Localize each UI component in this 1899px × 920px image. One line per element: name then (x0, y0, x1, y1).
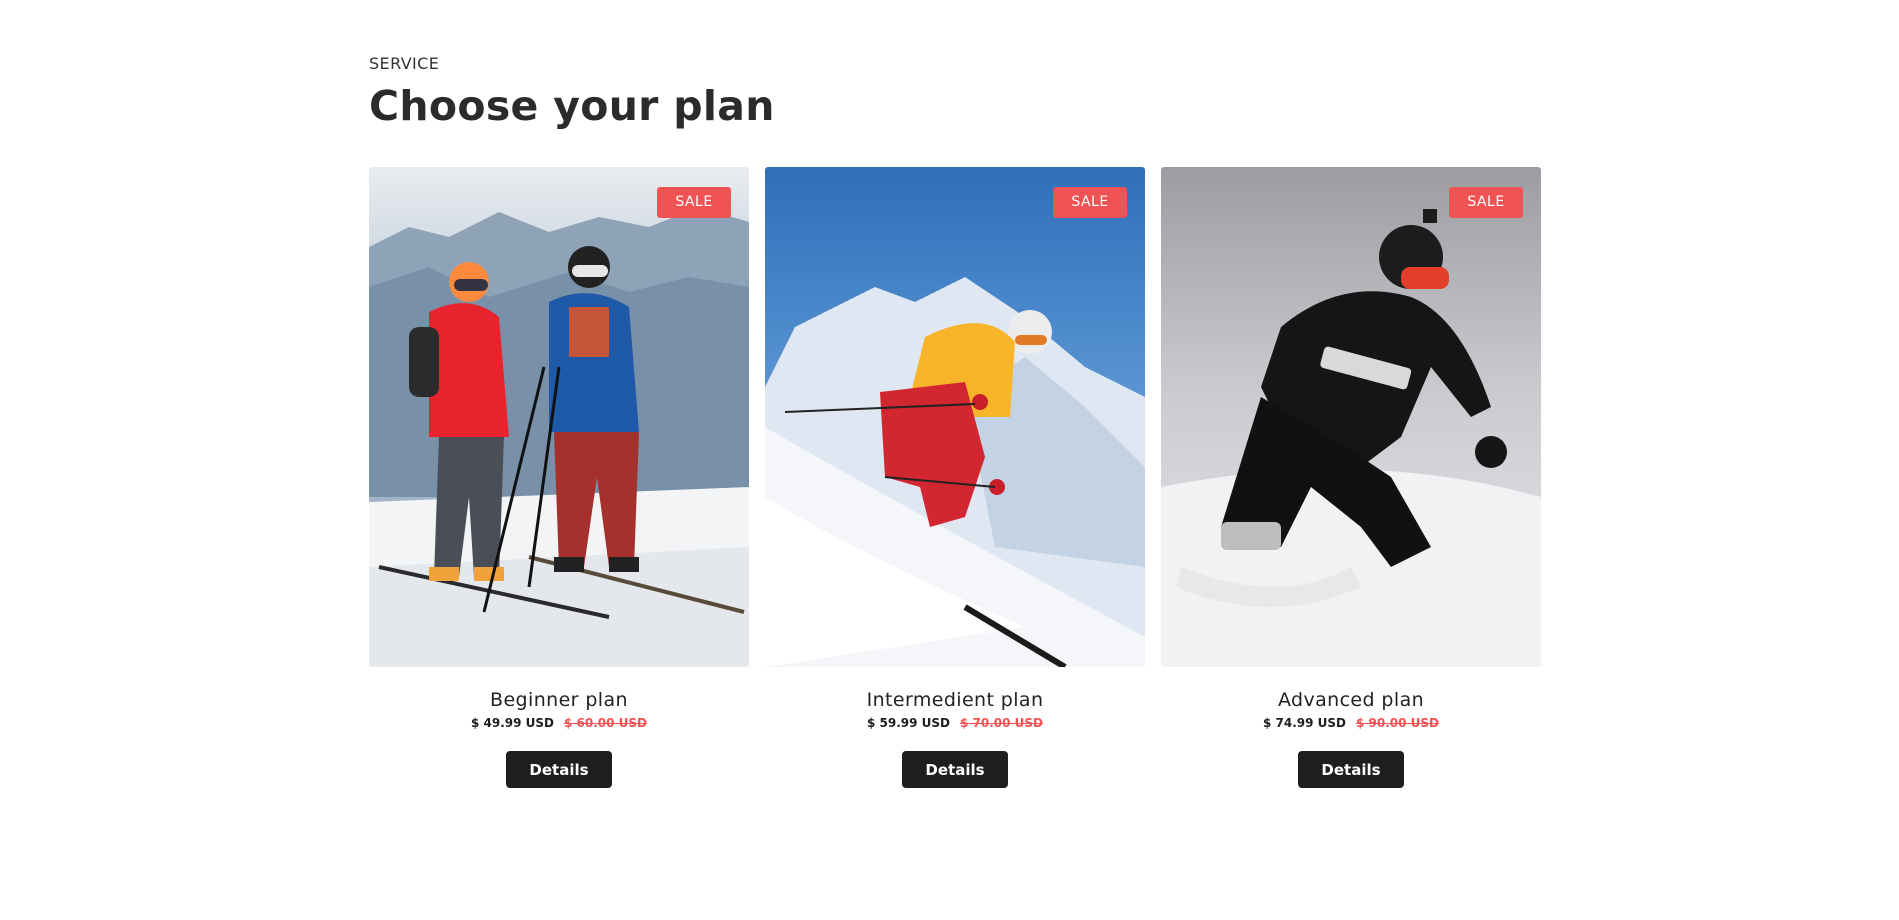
plan-name: Beginner plan (490, 689, 628, 711)
pricing-section: SERVICE Choose your plan SALE Beginner p… (369, 54, 1541, 788)
plan-card-beginner: SALE Beginner plan $ 49.99 USD $ 60.00 U… (369, 167, 749, 788)
details-button[interactable]: Details (902, 751, 1008, 788)
plan-prices: $ 74.99 USD $ 90.00 USD (1263, 715, 1439, 731)
snowboarder-photo (1161, 167, 1541, 667)
skier-downhill-photo (765, 167, 1145, 667)
current-price: $ 74.99 USD (1262, 716, 1346, 730)
details-button[interactable]: Details (506, 751, 612, 788)
plan-image-beginner[interactable]: SALE (369, 167, 749, 667)
plan-image-advanced[interactable]: SALE (1161, 167, 1541, 667)
current-price: $ 59.99 USD (866, 716, 950, 730)
original-price: $ 70.00 USD (960, 716, 1044, 730)
plan-prices: $ 59.99 USD $ 70.00 USD (867, 715, 1043, 731)
two-skiers-photo (369, 167, 749, 667)
plan-card-advanced: SALE Advanced plan $ 74.99 USD $ 90.00 U… (1161, 167, 1541, 788)
page: SERVICE Choose your plan SALE Beginner p… (0, 0, 1899, 920)
sale-badge: SALE (657, 187, 731, 218)
plan-name: Advanced plan (1277, 689, 1425, 711)
plan-card-intermediate: SALE Intermedient plan $ 59.99 USD $ 70.… (765, 167, 1145, 788)
section-title: Choose your plan (369, 82, 775, 130)
original-price: $ 90.00 USD (1356, 716, 1440, 730)
sale-badge: SALE (1449, 187, 1523, 218)
original-price: $ 60.00 USD (564, 716, 648, 730)
current-price: $ 49.99 USD (470, 716, 554, 730)
section-eyebrow: SERVICE (369, 54, 440, 73)
plan-cards: SALE Beginner plan $ 49.99 USD $ 60.00 U… (369, 167, 1541, 788)
sale-badge: SALE (1053, 187, 1127, 218)
details-button[interactable]: Details (1298, 751, 1404, 788)
plan-prices: $ 49.99 USD $ 60.00 USD (471, 715, 647, 731)
plan-image-intermediate[interactable]: SALE (765, 167, 1145, 667)
plan-name: Intermedient plan (866, 689, 1044, 711)
